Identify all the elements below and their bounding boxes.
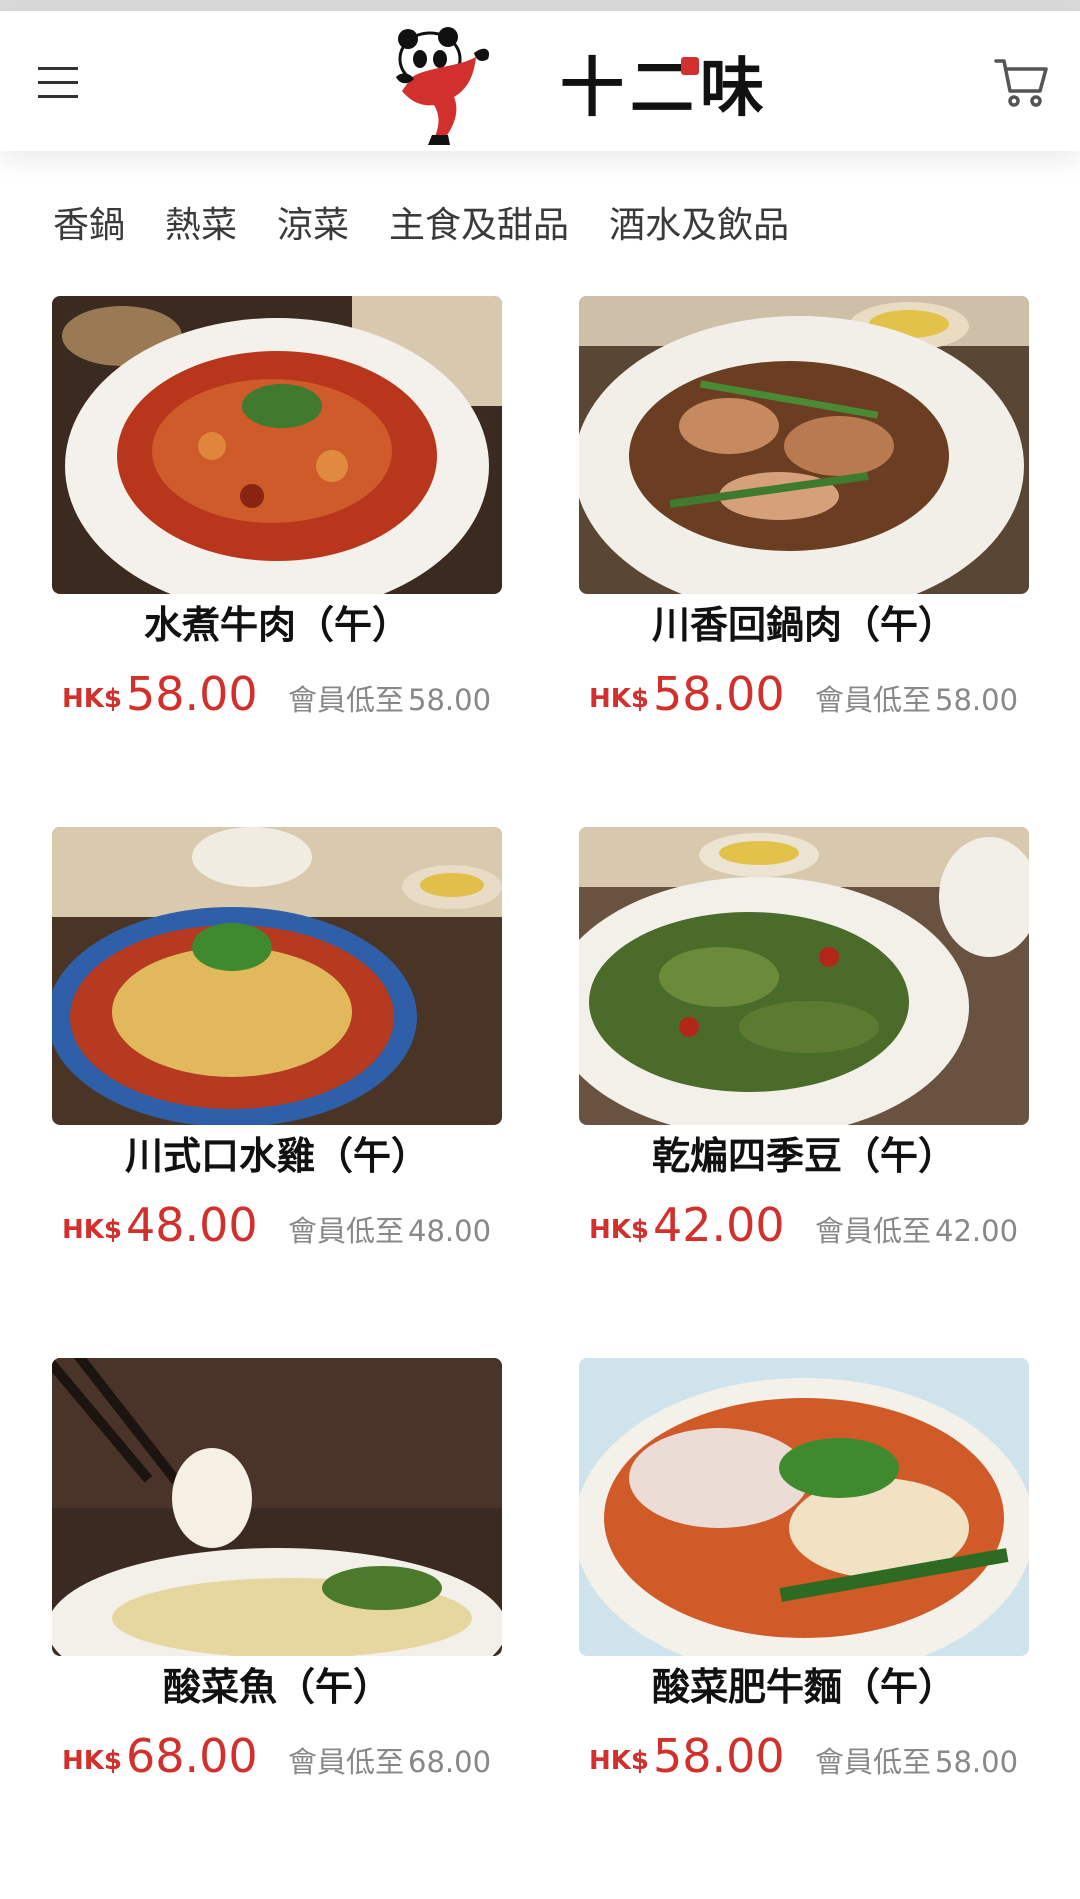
- product-card[interactable]: 酸菜肥牛麵（午） HK$ 58.00 會員低至 58.00: [579, 1358, 1029, 1818]
- member-price-value: 48.00: [408, 1214, 492, 1248]
- product-image[interactable]: [579, 1358, 1029, 1656]
- price-currency: HK$: [62, 1746, 122, 1776]
- product-card[interactable]: 水煮牛肉（午） HK$ 58.00 會員低至 58.00: [52, 296, 502, 756]
- member-price-label: 會員低至: [288, 1745, 405, 1779]
- price-row: HK$ 68.00 會員低至 68.00: [62, 1728, 502, 1788]
- tab-category[interactable]: 香鍋: [53, 196, 125, 256]
- price-currency: HK$: [62, 1215, 122, 1245]
- brand-name: 十二味: [560, 51, 770, 126]
- app-header: 十二味: [0, 11, 1080, 151]
- price-row: HK$ 48.00 會員低至 48.00: [62, 1197, 502, 1257]
- product-name: 川式口水雞（午）: [124, 1134, 429, 1178]
- product-image[interactable]: [52, 296, 502, 594]
- status-bar-strip: [0, 0, 1080, 11]
- price-currency: HK$: [589, 1215, 649, 1245]
- product-image[interactable]: [579, 296, 1029, 594]
- tab-category[interactable]: 主食及甜品: [389, 196, 569, 256]
- product-name: 川香回鍋肉（午）: [651, 603, 956, 647]
- price-value: 58.00: [653, 1729, 785, 1783]
- product-name: 水煮牛肉（午）: [143, 603, 410, 647]
- product-image[interactable]: [52, 1358, 502, 1656]
- tab-category[interactable]: 熱菜: [165, 196, 237, 256]
- price-currency: HK$: [589, 684, 649, 714]
- price-row: HK$ 58.00 會員低至 58.00: [589, 666, 1029, 726]
- member-price-value: 58.00: [935, 1745, 1019, 1779]
- price-value: 58.00: [126, 667, 258, 721]
- price-row: HK$ 42.00 會員低至 42.00: [589, 1197, 1029, 1257]
- member-price-label: 會員低至: [815, 1745, 932, 1779]
- product-image[interactable]: [52, 827, 502, 1125]
- member-price-value: 58.00: [408, 683, 492, 717]
- tab-category[interactable]: 酒水及飲品: [609, 196, 789, 256]
- member-price-label: 會員低至: [815, 683, 932, 717]
- member-price-value: 68.00: [408, 1745, 492, 1779]
- member-price-value: 58.00: [935, 683, 1019, 717]
- price-value: 42.00: [653, 1198, 785, 1252]
- member-price-label: 會員低至: [288, 683, 405, 717]
- price-row: HK$ 58.00 會員低至 58.00: [62, 666, 502, 726]
- price-value: 68.00: [126, 1729, 258, 1783]
- product-card[interactable]: 川香回鍋肉（午） HK$ 58.00 會員低至 58.00: [579, 296, 1029, 756]
- product-name: 酸菜魚（午）: [162, 1665, 391, 1709]
- product-name: 酸菜肥牛麵（午）: [651, 1665, 956, 1709]
- price-value: 48.00: [126, 1198, 258, 1252]
- product-name: 乾煸四季豆（午）: [651, 1134, 956, 1178]
- price-currency: HK$: [62, 684, 122, 714]
- brand-logo[interactable]: 十二味: [388, 27, 808, 147]
- member-price-label: 會員低至: [288, 1214, 405, 1248]
- brand-seal: [681, 57, 699, 75]
- panda-mascot-icon: [396, 27, 490, 145]
- price-value: 58.00: [653, 667, 785, 721]
- category-tabs: 香鍋 熱菜 涼菜 主食及甜品 酒水及飲品: [53, 196, 789, 256]
- product-card[interactable]: 酸菜魚（午） HK$ 68.00 會員低至 68.00: [52, 1358, 502, 1818]
- price-currency: HK$: [589, 1746, 649, 1776]
- member-price-label: 會員低至: [815, 1214, 932, 1248]
- product-card[interactable]: 乾煸四季豆（午） HK$ 42.00 會員低至 42.00: [579, 827, 1029, 1287]
- member-price-value: 42.00: [935, 1214, 1019, 1248]
- tab-category[interactable]: 涼菜: [277, 196, 349, 256]
- product-image[interactable]: [579, 827, 1029, 1125]
- price-row: HK$ 58.00 會員低至 58.00: [589, 1728, 1029, 1788]
- hamburger-menu-icon[interactable]: [36, 61, 82, 105]
- product-card[interactable]: 川式口水雞（午） HK$ 48.00 會員低至 48.00: [52, 827, 502, 1287]
- shopping-cart-icon[interactable]: [994, 55, 1050, 109]
